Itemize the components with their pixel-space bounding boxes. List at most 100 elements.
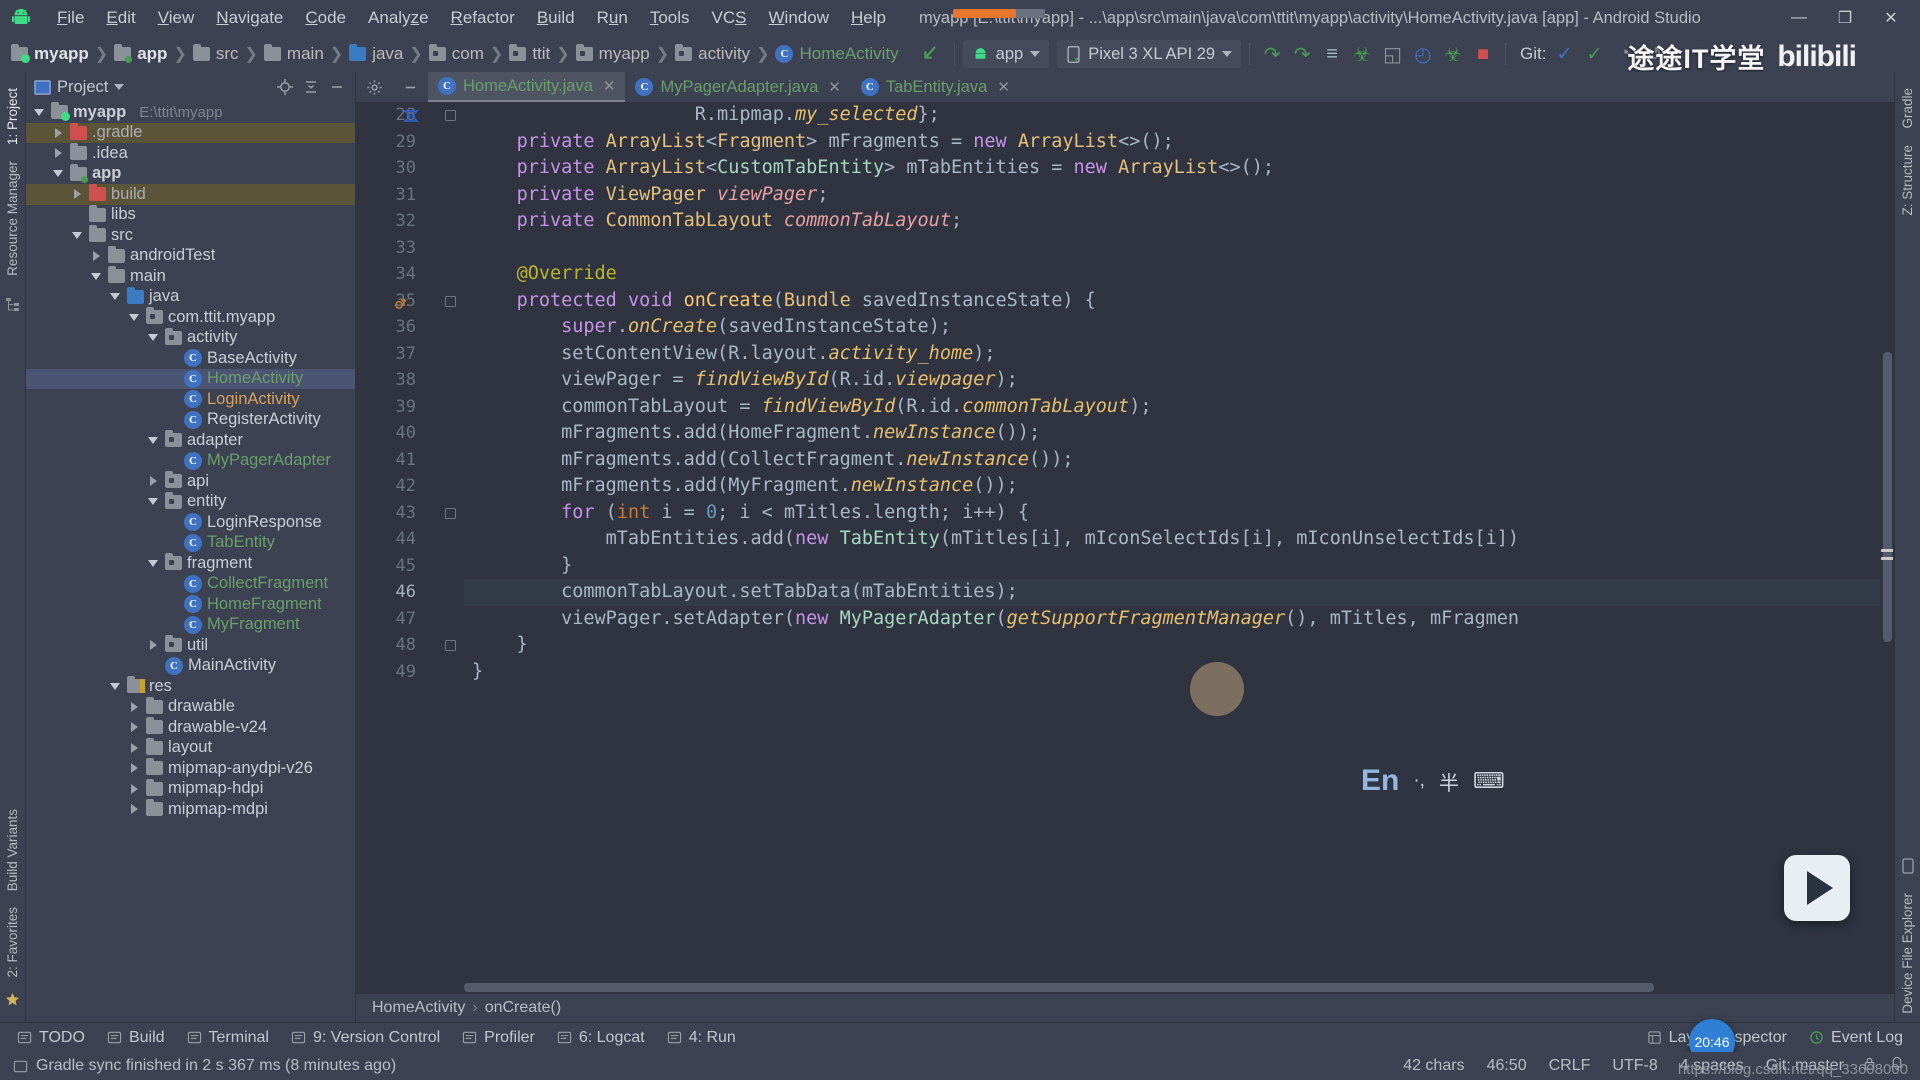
menu-analyze[interactable]: Analyze <box>357 5 440 31</box>
tree-item-adapter[interactable]: adapter <box>26 430 355 451</box>
line-number[interactable]: 35 <box>356 288 464 315</box>
tool-window-9--version-control[interactable]: 9: Version Control <box>280 1026 451 1050</box>
minimize-button[interactable]: — <box>1776 0 1822 36</box>
tree-expand-arrow-icon[interactable] <box>51 148 65 159</box>
status-line-separator[interactable]: CRLF <box>1538 1057 1602 1075</box>
code-line[interactable]: mTabEntities.add(new TabEntity(mTitles[i… <box>464 526 1880 553</box>
code-line[interactable]: mFragments.add(HomeFragment.newInstance(… <box>464 420 1880 447</box>
tree-expand-arrow-icon[interactable] <box>146 640 160 651</box>
tree-expand-arrow-icon[interactable] <box>127 763 141 774</box>
breadcrumb-myapp[interactable]: myapp <box>6 44 94 64</box>
breadcrumb-app[interactable]: app <box>109 44 172 64</box>
line-number[interactable]: 47 <box>356 606 464 633</box>
tree-item-util[interactable]: util <box>26 635 355 656</box>
structure-icon[interactable] <box>5 296 21 317</box>
line-number[interactable]: 42 <box>356 473 464 500</box>
tool-window-todo[interactable]: TODO <box>6 1026 96 1050</box>
tree-collapse-arrow-icon[interactable] <box>146 559 160 567</box>
code-content[interactable]: R.mipmap.my_selected}; private ArrayList… <box>464 102 1880 981</box>
tree-expand-arrow-icon[interactable] <box>70 189 84 200</box>
debug-attach-icon[interactable]: ☣ <box>1439 40 1467 68</box>
tree-item-build[interactable]: build <box>26 184 355 205</box>
maximize-button[interactable]: ❐ <box>1822 0 1868 36</box>
debug-run-icon[interactable]: ↷ <box>1288 40 1316 68</box>
line-number[interactable]: 36 <box>356 314 464 341</box>
collapse-all-icon[interactable] <box>301 77 321 97</box>
sidebar-item-build-variants[interactable]: Build Variants <box>1 801 24 899</box>
code-line[interactable]: commonTabLayout.setTabData(mTabEntities)… <box>464 579 1880 606</box>
tree-expand-arrow-icon[interactable] <box>127 804 141 815</box>
tool-window-profiler[interactable]: Profiler <box>451 1026 546 1050</box>
editor-settings-gear-icon[interactable] <box>356 72 392 102</box>
breadcrumb-main[interactable]: main <box>259 44 329 64</box>
code-line[interactable]: @Override <box>464 261 1880 288</box>
code-line[interactable]: protected void onCreate(Bundle savedInst… <box>464 288 1880 315</box>
locate-target-icon[interactable] <box>275 77 295 97</box>
menu-run[interactable]: Run <box>586 5 639 31</box>
tree-item-loginactivity[interactable]: C LoginActivity <box>26 389 355 410</box>
editor-tab-homeactivity-java[interactable]: C HomeActivity.java ✕ <box>428 72 626 102</box>
tool-window-6--logcat[interactable]: 6: Logcat <box>546 1026 656 1050</box>
tree-item-com-ttit-myapp[interactable]: com.ttit.myapp <box>26 307 355 328</box>
tree-item-androidtest[interactable]: androidTest <box>26 245 355 267</box>
menu-file[interactable]: File <box>46 5 95 31</box>
tree-item-java[interactable]: java <box>26 286 355 308</box>
tree-item-mypageradapter[interactable]: C MyPagerAdapter <box>26 451 355 472</box>
vcs-history-icon[interactable]: ◔ <box>1610 40 1638 68</box>
line-number[interactable]: 30 <box>356 155 464 182</box>
line-number[interactable]: 45 <box>356 553 464 580</box>
tool-window-event-log[interactable]: Event Log <box>1798 1026 1914 1050</box>
tree-item-api[interactable]: api <box>26 471 355 492</box>
tree-expand-arrow-icon[interactable] <box>146 476 160 487</box>
tree-expand-arrow-icon[interactable] <box>127 701 141 712</box>
tree-item-app[interactable]: app <box>26 163 355 185</box>
close-button[interactable]: ✕ <box>1868 0 1914 36</box>
code-line[interactable]: private CommonTabLayout commonTabLayout; <box>464 208 1880 235</box>
tree-item-drawable[interactable]: drawable <box>26 696 355 718</box>
code-line[interactable]: } <box>464 659 1880 686</box>
tool-window-4--run[interactable]: 4: Run <box>656 1026 747 1050</box>
tree-collapse-arrow-icon[interactable] <box>146 498 160 506</box>
line-number[interactable]: 38 <box>356 367 464 394</box>
tree-expand-arrow-icon[interactable] <box>127 742 141 753</box>
status-caret-position[interactable]: 46:50 <box>1476 1057 1538 1075</box>
editor-structure-breadcrumb[interactable]: HomeActivity › onCreate() <box>356 994 1894 1022</box>
tree-item-res[interactable]: res <box>26 676 355 697</box>
tool-window-build[interactable]: Build <box>96 1026 176 1050</box>
line-number[interactable]: 41 <box>356 447 464 474</box>
tree-collapse-arrow-icon[interactable] <box>127 313 141 321</box>
menu-view[interactable]: View <box>147 5 206 31</box>
breadcrumb-myapp[interactable]: myapp <box>571 44 655 64</box>
menu-navigate[interactable]: Navigate <box>205 5 294 31</box>
code-line[interactable]: } <box>464 553 1880 580</box>
line-number[interactable]: 46 <box>356 579 464 606</box>
tree-collapse-arrow-icon[interactable] <box>108 682 122 690</box>
breadcrumb-homeactivity[interactable]: C HomeActivity <box>770 44 903 64</box>
editor-hide-icon[interactable] <box>392 72 428 102</box>
line-number[interactable]: 40 <box>356 420 464 447</box>
tree-expand-arrow-icon[interactable] <box>51 127 65 138</box>
tree-item-mipmap-mdpi[interactable]: mipmap-mdpi <box>26 799 355 820</box>
sidebar-item-device-file-explorer[interactable]: Device File Explorer <box>1896 885 1919 1022</box>
line-number[interactable]: 49 <box>356 659 464 686</box>
tree-expand-arrow-icon[interactable] <box>127 783 141 794</box>
chevron-down-icon[interactable] <box>114 84 125 90</box>
line-number-gutter[interactable]: 28 29 30 31 32 33 34 35 36 37 38 39 40 41 42 43 44 45 46 47… <box>356 102 464 981</box>
menu-refactor[interactable]: Refactor <box>440 5 526 31</box>
sidebar-item-structure[interactable]: Z: Structure <box>1896 137 1919 224</box>
line-number[interactable]: 43 <box>356 500 464 527</box>
line-number[interactable]: 39 <box>356 394 464 421</box>
tree-item-mainactivity[interactable]: C MainActivity <box>26 656 355 677</box>
code-line[interactable]: private ArrayList<CustomTabEntity> mTabE… <box>464 155 1880 182</box>
menu-window[interactable]: Window <box>758 5 840 31</box>
tree-item-homefragment[interactable]: C HomeFragment <box>26 594 355 615</box>
line-number[interactable]: 37 <box>356 341 464 368</box>
editor-vertical-scrollbar[interactable] <box>1880 102 1894 981</box>
tree-item-myfragment[interactable]: C MyFragment <box>26 615 355 636</box>
vcs-rollback-icon[interactable]: ↺ <box>1640 40 1668 68</box>
line-number[interactable]: 29 <box>356 129 464 156</box>
editor-tab-mypageradapter-java[interactable]: C MyPagerAdapter.java ✕ <box>625 72 850 102</box>
apply-changes-icon[interactable]: ≡ <box>1318 40 1346 68</box>
tree-item-registeractivity[interactable]: C RegisterActivity <box>26 410 355 431</box>
run-icon[interactable]: ↷ <box>1258 40 1286 68</box>
